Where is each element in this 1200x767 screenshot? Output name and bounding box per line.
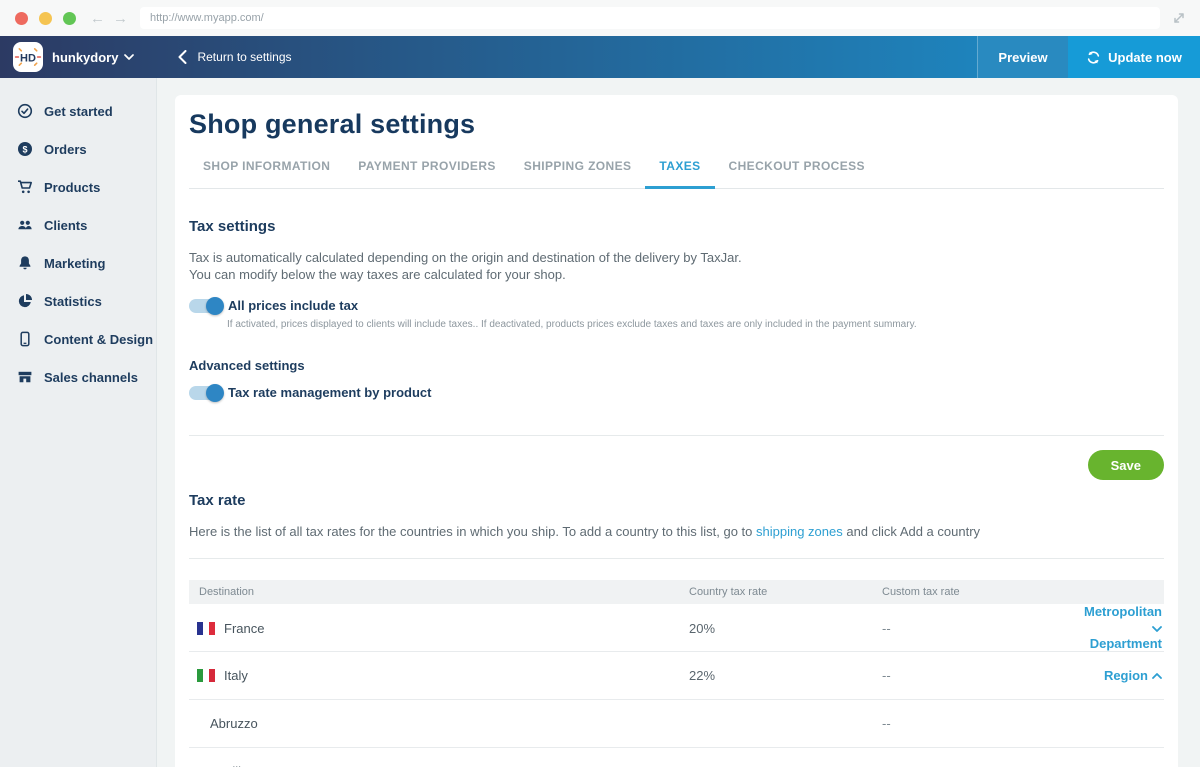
sidebar: Get started $ Orders Products Clients	[0, 78, 157, 767]
browser-forward-icon[interactable]: →	[113, 11, 128, 26]
tax-rate-heading: Tax rate	[189, 492, 1164, 509]
page-title: Shop general settings	[189, 109, 1164, 140]
sidebar-item-label: Sales channels	[44, 370, 138, 385]
window-controls	[15, 12, 76, 25]
close-window-button[interactable]	[15, 12, 28, 25]
custom-tax-rate-value: --	[882, 668, 1072, 683]
pie-chart-icon	[17, 293, 33, 309]
shipping-zones-link[interactable]: shipping zones	[756, 524, 843, 539]
sidebar-item-label: Products	[44, 180, 100, 195]
content-background: Shop general settings SHOP INFORMATION P…	[157, 78, 1200, 767]
url-input[interactable]	[150, 12, 1150, 24]
preview-label: Preview	[998, 50, 1047, 65]
column-country-tax-rate: Country tax rate	[689, 586, 882, 598]
table-row-basilicata: Basilicata --	[189, 748, 1164, 767]
sidebar-item-label: Get started	[44, 104, 113, 119]
return-to-settings-label: Return to settings	[197, 50, 291, 64]
italy-flag-icon	[197, 669, 215, 682]
cart-icon	[17, 179, 33, 195]
toggle-note: If activated, prices displayed to client…	[227, 319, 1164, 330]
store-icon	[17, 369, 33, 385]
return-to-settings-link[interactable]: Return to settings	[178, 50, 291, 64]
sidebar-item-get-started[interactable]: Get started	[0, 92, 156, 130]
dollar-circle-icon: $	[17, 141, 33, 157]
sidebar-item-label: Content & Design	[44, 332, 153, 347]
maximize-window-button[interactable]	[63, 12, 76, 25]
sidebar-item-label: Statistics	[44, 294, 102, 309]
preview-button[interactable]: Preview	[977, 36, 1068, 78]
sidebar-item-marketing[interactable]: Marketing	[0, 244, 156, 282]
france-flag-icon	[197, 622, 215, 635]
country-tax-rate-value: 20%	[689, 621, 882, 636]
tab-bar: SHOP INFORMATION PAYMENT PROVIDERS SHIPP…	[189, 153, 1164, 189]
sidebar-item-label: Clients	[44, 218, 87, 233]
update-now-label: Update now	[1108, 50, 1182, 65]
country-name: France	[224, 621, 264, 636]
table-header: Destination Country tax rate Custom tax …	[189, 580, 1164, 604]
column-custom-tax-rate: Custom tax rate	[882, 586, 1072, 598]
sidebar-item-clients[interactable]: Clients	[0, 206, 156, 244]
custom-tax-rate-value: --	[882, 716, 1072, 731]
tax-rate-table: Destination Country tax rate Custom tax …	[189, 580, 1164, 767]
chevron-down-icon	[1152, 626, 1162, 632]
shop-switcher[interactable]: hunkydory	[52, 50, 134, 65]
region-name: Abruzzo	[210, 716, 258, 731]
settings-card: Shop general settings SHOP INFORMATION P…	[175, 95, 1178, 767]
divider	[189, 558, 1164, 559]
all-prices-include-tax-label: All prices include tax	[228, 298, 358, 313]
column-destination: Destination	[189, 586, 689, 598]
tab-shop-information[interactable]: SHOP INFORMATION	[189, 153, 344, 189]
table-row-italy: Italy 22% -- Region	[189, 652, 1164, 700]
people-icon	[17, 217, 33, 233]
region-link[interactable]: Region	[1104, 668, 1162, 684]
table-row-abruzzo: Abruzzo --	[189, 700, 1164, 748]
shop-name: hunkydory	[52, 50, 118, 65]
tab-taxes[interactable]: TAXES	[645, 153, 714, 189]
save-button[interactable]: Save	[1088, 450, 1164, 480]
sidebar-item-products[interactable]: Products	[0, 168, 156, 206]
shop-logo[interactable]: HD	[13, 42, 43, 72]
tab-shipping-zones[interactable]: SHIPPING ZONES	[510, 153, 646, 189]
advanced-settings-heading: Advanced settings	[189, 358, 1164, 373]
bell-icon	[17, 255, 33, 271]
chevron-up-icon	[1152, 673, 1162, 679]
browser-back-icon[interactable]: ←	[90, 11, 105, 26]
tax-rate-management-toggle[interactable]	[189, 386, 223, 400]
custom-tax-rate-value: --	[882, 621, 1072, 636]
divider	[189, 435, 1164, 436]
country-name: Italy	[224, 668, 248, 683]
country-tax-rate-value: 22%	[689, 668, 882, 683]
address-bar[interactable]	[140, 7, 1160, 29]
svg-text:$: $	[22, 144, 27, 154]
chevron-down-icon	[124, 54, 134, 60]
top-navbar: HD hunkydory Return to settings Prev	[0, 36, 1200, 78]
tax-settings-description: Tax is automatically calculated dependin…	[189, 249, 1164, 283]
tab-checkout-process[interactable]: CHECKOUT PROCESS	[715, 153, 879, 189]
sidebar-item-label: Marketing	[44, 256, 105, 271]
chevron-left-icon	[178, 50, 187, 64]
sidebar-item-sales-channels[interactable]: Sales channels	[0, 358, 156, 396]
sidebar-item-content-design[interactable]: Content & Design	[0, 320, 156, 358]
sync-icon	[1086, 50, 1101, 65]
table-row-france: France 20% -- Metropolitan Department	[189, 604, 1164, 652]
check-circle-icon	[17, 103, 33, 119]
all-prices-include-tax-toggle[interactable]	[189, 299, 223, 313]
sidebar-item-label: Orders	[44, 142, 87, 157]
phone-icon	[17, 331, 33, 347]
logo-text: HD	[20, 53, 36, 65]
tax-rate-management-label: Tax rate management by product	[228, 385, 431, 400]
minimize-window-button[interactable]	[39, 12, 52, 25]
browser-chrome: ← →	[0, 0, 1200, 36]
tax-rate-description: Here is the list of all tax rates for th…	[189, 523, 1164, 540]
tax-settings-heading: Tax settings	[189, 218, 1164, 235]
expand-window-icon[interactable]	[1170, 9, 1188, 27]
metropolitan-department-link[interactable]: Metropolitan Department	[1072, 604, 1162, 652]
tab-payment-providers[interactable]: PAYMENT PROVIDERS	[344, 153, 510, 189]
update-now-button[interactable]: Update now	[1068, 36, 1200, 78]
sidebar-item-statistics[interactable]: Statistics	[0, 282, 156, 320]
sidebar-item-orders[interactable]: $ Orders	[0, 130, 156, 168]
